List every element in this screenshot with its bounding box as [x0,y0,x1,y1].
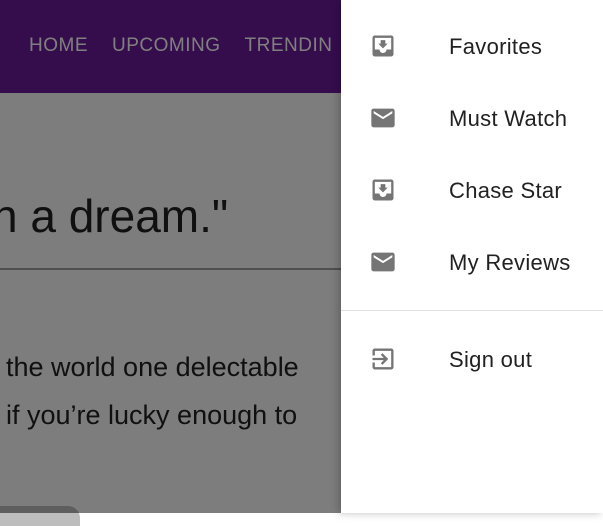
navigation-drawer: Favorites Must Watch Chase Star My Revie… [341,0,603,513]
drawer-item-label: Must Watch [449,106,568,131]
inbox-download-icon [372,35,394,57]
inbox-download-icon [372,179,394,201]
sign-out-icon [372,348,394,370]
drawer-item-must-watch[interactable]: Must Watch [341,82,603,154]
drawer-item-label: Chase Star [449,178,563,203]
drawer-divider [341,310,603,311]
drawer-item-sign-out[interactable]: Sign out [341,323,603,395]
drawer-item-label: My Reviews [449,250,571,275]
drawer-item-chase-star[interactable]: Chase Star [341,154,603,226]
mail-icon [371,252,395,272]
mail-icon [371,108,395,128]
drawer-item-favorites[interactable]: Favorites [341,10,603,82]
drawer-item-my-reviews[interactable]: My Reviews [341,226,603,298]
sign-out-label: Sign out [449,347,533,372]
drawer-item-label: Favorites [449,34,543,59]
